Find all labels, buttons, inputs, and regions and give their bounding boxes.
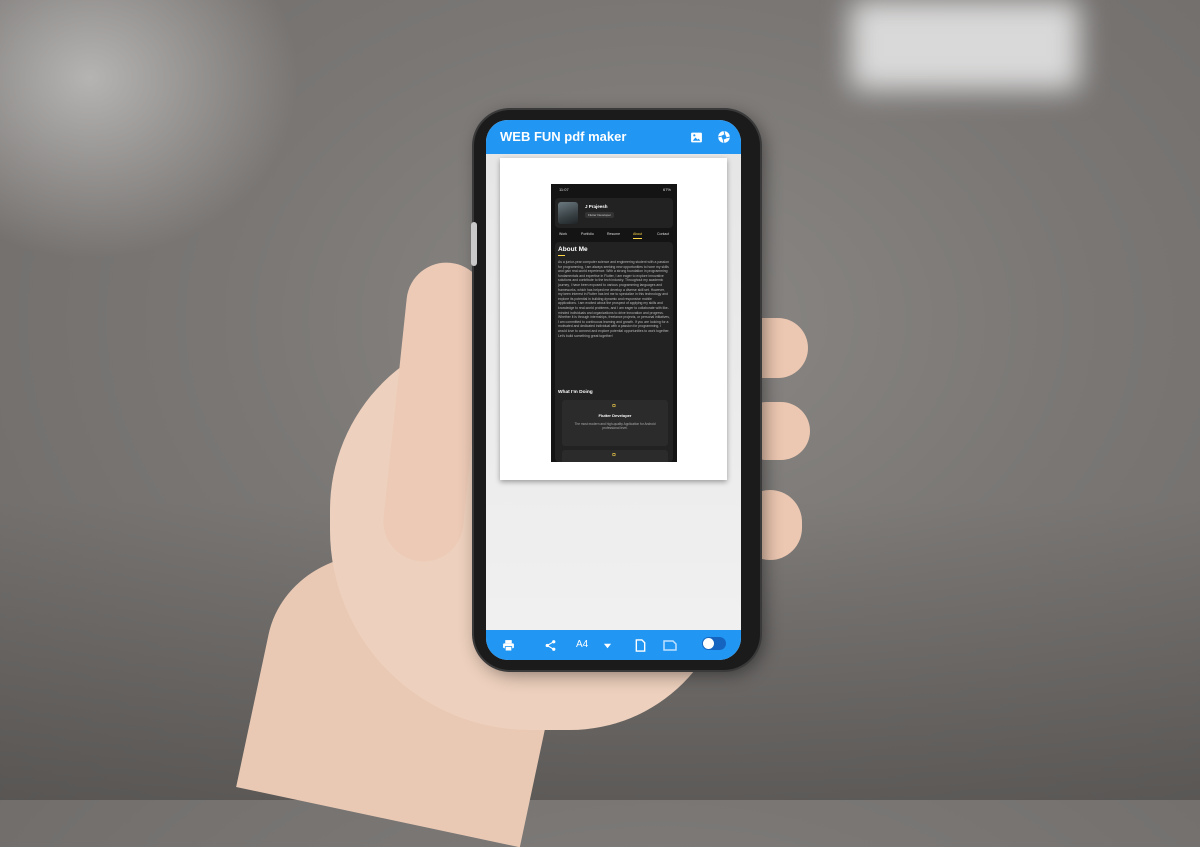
background-blur-window [850, 0, 1080, 90]
profile-name: J Prajeesh [585, 204, 608, 209]
status-bar: 11:07 67% [551, 184, 677, 194]
nav-item-contact: Contact [657, 232, 670, 236]
about-card: About Me As a junior-year computer scien… [555, 242, 673, 462]
service-desc: The most modern and high-quality Applica… [574, 422, 656, 431]
about-title: About Me [558, 246, 588, 253]
app-title: WEB FUN pdf maker [500, 129, 627, 144]
portrait-icon[interactable] [633, 637, 647, 653]
status-time: 11:07 [559, 187, 569, 192]
nav-active-underline [633, 238, 642, 239]
embedded-screenshot: 11:07 67% J Prajeesh Flutter Developer W… [551, 184, 677, 462]
profile-role: Flutter Developer [585, 212, 615, 218]
nav-item-work: Work [559, 232, 568, 236]
landscape-icon[interactable] [662, 637, 678, 653]
pdf-preview-area[interactable]: 11:07 67% J Prajeesh Flutter Developer W… [486, 154, 741, 630]
aperture-icon[interactable] [715, 128, 733, 146]
dropdown-icon[interactable] [600, 637, 614, 653]
app-bar: WEB FUN pdf maker [486, 120, 741, 154]
background-blur-light [0, 0, 300, 260]
nav-bar: Work Portfolio Resume About Contact [555, 232, 673, 240]
service-card: ¤ Flutter Developer The most modern and … [562, 400, 668, 446]
status-battery: 67% [662, 187, 671, 192]
nav-item-portfolio: Portfolio [581, 232, 594, 236]
doing-title: What I'm Doing [558, 390, 593, 395]
about-text: As a junior-year computer science and en… [558, 260, 670, 338]
phone-side-button [471, 222, 477, 266]
phone-screen: WEB FUN pdf maker 11:07 67% J Prajeesh F… [486, 120, 741, 660]
bottom-toolbar: A4 [486, 630, 741, 660]
service-icon: ¤ [612, 403, 616, 410]
image-icon[interactable] [687, 128, 705, 146]
service-icon: ¤ [612, 452, 616, 459]
pdf-page: 11:07 67% J Prajeesh Flutter Developer W… [500, 158, 727, 480]
nav-item-about: About [633, 232, 643, 236]
toggle-switch[interactable] [702, 637, 726, 650]
print-icon[interactable] [500, 637, 516, 653]
toggle-knob [703, 638, 714, 649]
nav-item-resume: Resume [607, 232, 621, 236]
title-accent-bar [558, 255, 565, 257]
share-icon[interactable] [542, 637, 558, 653]
page-size-select[interactable]: A4 [576, 639, 588, 650]
avatar [558, 202, 578, 224]
profile-card: J Prajeesh Flutter Developer [555, 198, 673, 228]
service-title: Flutter Developer [598, 413, 632, 418]
service-card: ¤ [562, 450, 668, 462]
